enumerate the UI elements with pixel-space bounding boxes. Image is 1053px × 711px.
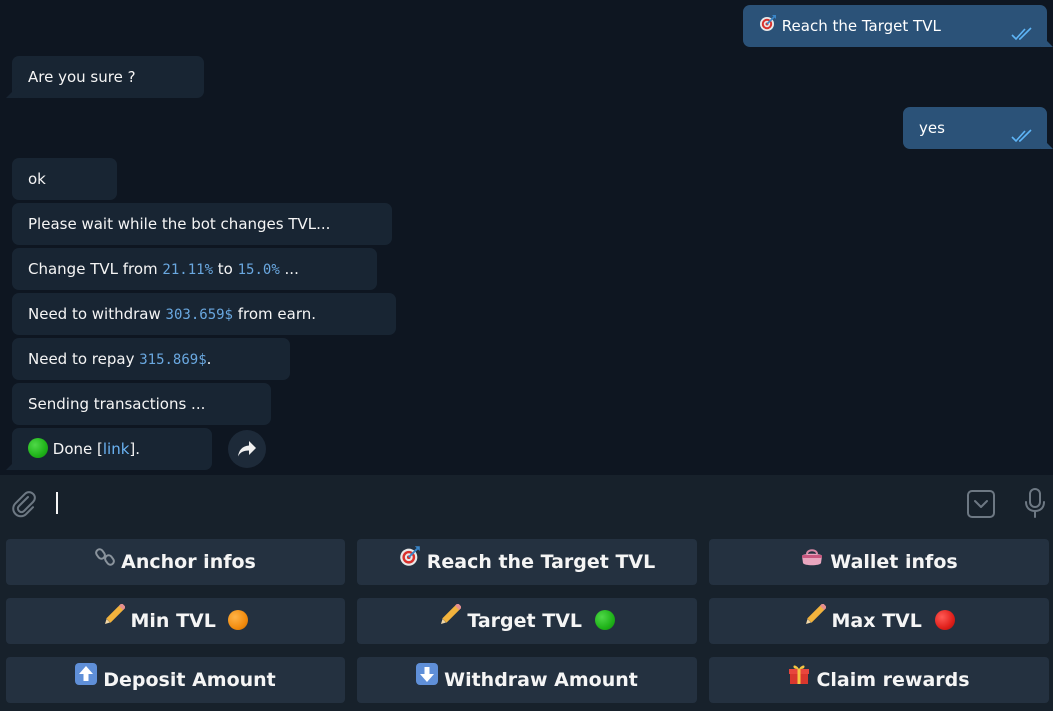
button-label: Max TVL bbox=[831, 610, 922, 632]
incoming-message[interactable]: Please wait while the bot changes TVL... bbox=[12, 203, 392, 245]
button-label: Anchor infos bbox=[121, 551, 256, 573]
gift-icon bbox=[788, 656, 810, 702]
code-value[interactable]: 21.11% bbox=[162, 262, 213, 278]
message-composer bbox=[0, 475, 1053, 531]
pencil-icon bbox=[804, 597, 827, 643]
message-text: Need to withdraw bbox=[28, 305, 166, 323]
deposit-amount-button[interactable]: Deposit Amount bbox=[6, 657, 345, 703]
message-text: Reach the Target TVL bbox=[781, 17, 941, 35]
target-icon bbox=[759, 6, 777, 48]
down-arrow-icon bbox=[416, 656, 439, 702]
wallet-infos-button[interactable]: Wallet infos bbox=[709, 539, 1049, 585]
message-text: Please wait while the bot changes TVL... bbox=[28, 215, 331, 233]
forward-button[interactable] bbox=[228, 430, 266, 468]
message-text: from earn. bbox=[232, 305, 317, 323]
orange-circle-icon bbox=[228, 610, 249, 630]
bot-keyboard: Anchor infos Reach the Target TVL Wallet… bbox=[0, 531, 1053, 711]
button-label: Target TVL bbox=[467, 610, 583, 632]
reach-target-tvl-button[interactable]: Reach the Target TVL bbox=[357, 539, 697, 585]
incoming-message[interactable]: Sending transactions ... bbox=[12, 383, 271, 425]
message-text: yes bbox=[919, 119, 945, 137]
button-label: Reach the Target TVL bbox=[426, 551, 656, 573]
claim-rewards-button[interactable]: Claim rewards bbox=[709, 657, 1049, 703]
keyboard-toggle-icon[interactable] bbox=[966, 489, 996, 519]
text-cursor bbox=[56, 492, 58, 514]
min-tvl-button[interactable]: Min TVL bbox=[6, 598, 345, 644]
message-text: to bbox=[213, 260, 238, 278]
code-value[interactable]: 15.0% bbox=[238, 262, 280, 278]
code-value[interactable]: 315.869$ bbox=[139, 352, 206, 368]
chat-window: Reach the Target TVL Are you sure ? yes … bbox=[0, 0, 1053, 711]
attach-icon[interactable] bbox=[10, 490, 38, 518]
button-label: Wallet infos bbox=[830, 551, 958, 573]
button-label: Claim rewards bbox=[816, 669, 970, 691]
message-text: Need to repay bbox=[28, 350, 140, 368]
message-text: Change TVL from bbox=[28, 260, 163, 278]
green-circle-icon bbox=[28, 438, 48, 458]
code-value[interactable]: 303.659$ bbox=[166, 307, 233, 323]
button-label: Min TVL bbox=[130, 610, 216, 632]
message-input[interactable] bbox=[52, 487, 946, 521]
outgoing-message[interactable]: Reach the Target TVL bbox=[743, 5, 1047, 47]
chains-icon bbox=[95, 538, 115, 584]
message-text: Done [ bbox=[52, 440, 103, 458]
message-text: . bbox=[206, 350, 212, 368]
read-checkmarks-icon bbox=[1011, 129, 1032, 143]
button-label: Withdraw Amount bbox=[444, 669, 638, 691]
purse-icon bbox=[800, 538, 824, 584]
incoming-message[interactable]: Are you sure ? bbox=[12, 56, 204, 98]
anchor-infos-button[interactable]: Anchor infos bbox=[6, 539, 345, 585]
green-circle-icon bbox=[594, 610, 615, 630]
share-arrow-icon bbox=[238, 441, 256, 457]
message-link[interactable]: link bbox=[103, 440, 130, 458]
max-tvl-button[interactable]: Max TVL bbox=[709, 598, 1049, 644]
incoming-message[interactable]: Need to withdraw 303.659$ from earn. bbox=[12, 293, 396, 335]
pencil-icon bbox=[439, 597, 463, 643]
message-text: ]. bbox=[129, 440, 141, 458]
up-arrow-icon bbox=[75, 656, 98, 702]
message-text: ok bbox=[28, 170, 46, 188]
incoming-message[interactable]: ok bbox=[12, 158, 117, 200]
withdraw-amount-button[interactable]: Withdraw Amount bbox=[357, 657, 697, 703]
target-tvl-button[interactable]: Target TVL bbox=[357, 598, 697, 644]
outgoing-message[interactable]: yes bbox=[903, 107, 1047, 149]
button-label: Deposit Amount bbox=[103, 669, 276, 691]
red-circle-icon bbox=[934, 610, 955, 630]
incoming-message[interactable]: Need to repay 315.869$. bbox=[12, 338, 290, 380]
target-icon bbox=[399, 538, 421, 584]
read-checkmarks-icon bbox=[1011, 27, 1032, 41]
message-text: ... bbox=[279, 260, 299, 278]
incoming-message[interactable]: Change TVL from 21.11% to 15.0% ... bbox=[12, 248, 377, 290]
message-text: Sending transactions ... bbox=[28, 395, 206, 413]
pencil-icon bbox=[103, 597, 126, 643]
message-text: Are you sure ? bbox=[28, 68, 136, 86]
microphone-icon[interactable] bbox=[1024, 488, 1046, 518]
incoming-message[interactable]: Done [link]. bbox=[12, 428, 212, 470]
